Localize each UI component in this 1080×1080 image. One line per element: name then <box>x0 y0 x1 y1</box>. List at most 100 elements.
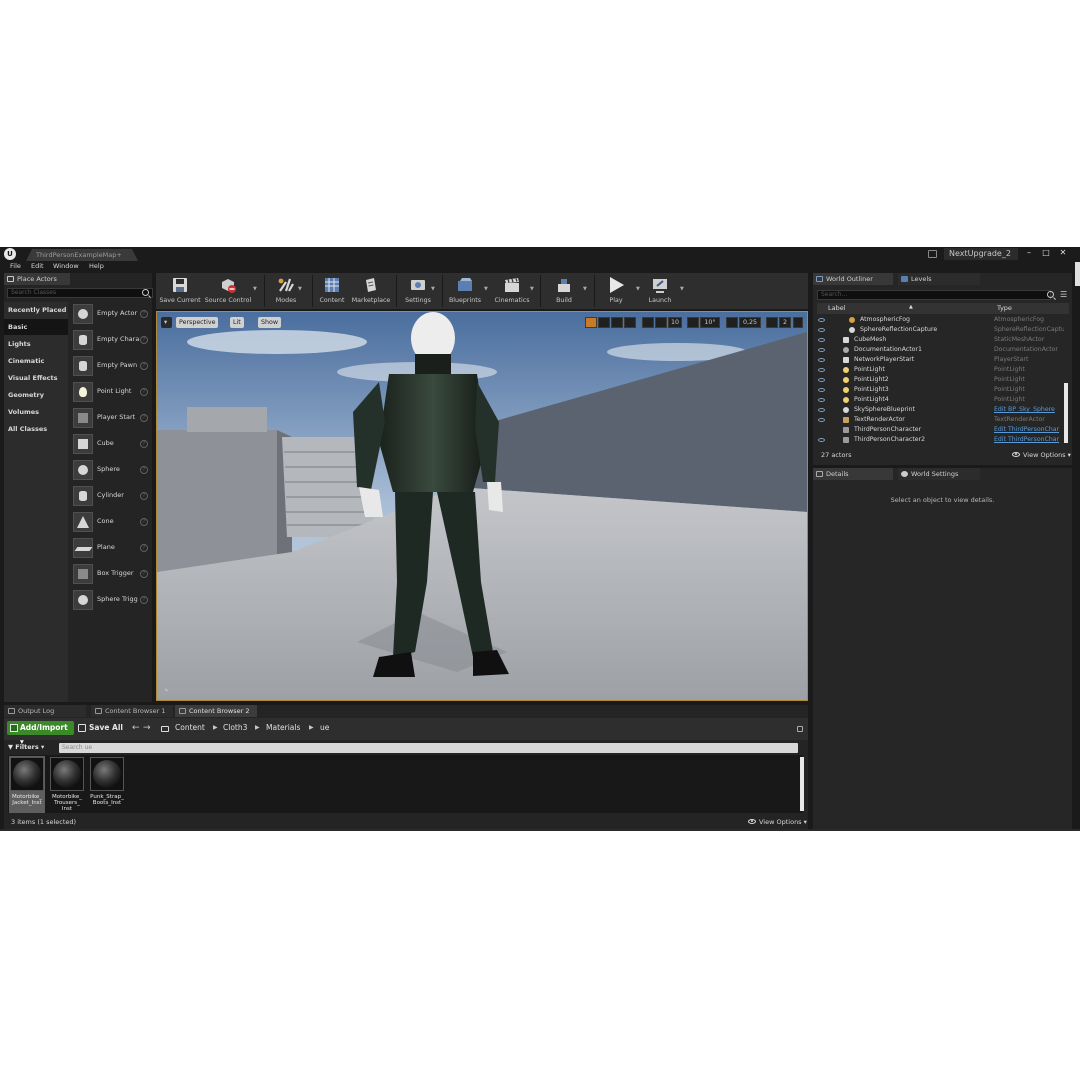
tab-world-outliner[interactable]: World Outliner <box>813 273 893 285</box>
maximize-viewport-icon[interactable] <box>793 317 803 328</box>
actor-item-sphere-trigger[interactable]: Sphere Trigg ? <box>70 588 152 612</box>
filters-button[interactable]: ▼ Filters ▾ <box>8 743 44 751</box>
folder-icon[interactable] <box>161 726 169 732</box>
edit-blueprint-link[interactable]: Edit ThirdPersonChar <box>994 425 1064 435</box>
category-volumes[interactable]: Volumes <box>4 404 68 420</box>
realtime-icon[interactable] <box>585 317 597 328</box>
outliner-scrollbar[interactable] <box>1064 383 1068 443</box>
search-classes-input[interactable]: Search Classes <box>7 288 153 298</box>
visibility-eye-icon[interactable] <box>818 338 825 342</box>
chevron-down-icon[interactable]: ▼ <box>680 286 684 292</box>
outliner-row[interactable]: PointLight3 PointLight <box>813 385 1065 395</box>
grid-snap-value[interactable]: 10 <box>668 317 682 328</box>
help-icon[interactable]: ? <box>140 570 148 578</box>
col-type[interactable]: Type <box>997 304 1012 312</box>
help-icon[interactable]: ? <box>140 596 148 604</box>
help-icon[interactable]: ? <box>140 362 148 370</box>
content-button[interactable]: Content <box>316 274 348 308</box>
translate-icon[interactable] <box>598 317 610 328</box>
help-icon[interactable]: ? <box>140 440 148 448</box>
cinematics-button[interactable]: Cinematics <box>492 274 532 308</box>
outliner-row[interactable]: PointLight4 PointLight <box>813 395 1065 405</box>
lit-button[interactable]: Lit <box>230 317 244 328</box>
save-all-button[interactable]: Save All <box>78 722 123 734</box>
breadcrumb-cloth3[interactable]: Cloth3 <box>223 722 247 734</box>
breadcrumb-materials[interactable]: Materials <box>266 722 300 734</box>
tab-content-browser-1[interactable]: Content Browser 1 <box>91 705 173 717</box>
actor-item-cylinder[interactable]: Cylinder ? <box>70 484 152 508</box>
breadcrumb-arrow-icon[interactable]: ▶ <box>309 722 314 734</box>
visibility-eye-icon[interactable] <box>818 408 825 412</box>
marketplace-button[interactable]: Marketplace <box>350 274 392 308</box>
visibility-eye-icon[interactable] <box>818 358 825 362</box>
rotate-icon[interactable] <box>611 317 623 328</box>
actor-item-empty-character[interactable]: Empty Chara ? <box>70 328 152 352</box>
actor-item-cone[interactable]: Cone ? <box>70 510 152 534</box>
category-basic[interactable]: Basic <box>4 319 68 335</box>
chevron-down-icon[interactable]: ▼ <box>431 286 435 292</box>
save-current-button[interactable]: Save Current <box>158 274 202 308</box>
search-ue-input[interactable]: Search ue <box>59 743 798 753</box>
minimize-button[interactable]: – <box>1021 247 1037 260</box>
surface-snap-icon[interactable] <box>642 317 654 328</box>
tab-levels[interactable]: Levels <box>898 273 980 285</box>
menu-edit[interactable]: Edit <box>31 262 44 270</box>
perspective-button[interactable]: Perspective <box>176 317 219 328</box>
add-import-button[interactable]: Add/Import ▾ <box>7 721 74 746</box>
settings-button[interactable]: Settings <box>402 274 434 308</box>
breadcrumb-arrow-icon[interactable]: ▶ <box>255 722 260 734</box>
help-icon[interactable]: ? <box>140 414 148 422</box>
visibility-eye-icon[interactable] <box>818 378 825 382</box>
visibility-eye-icon[interactable] <box>818 328 825 332</box>
outliner-row[interactable]: ThirdPersonCharacter Edit ThirdPersonCha… <box>813 425 1065 435</box>
visibility-eye-icon[interactable] <box>818 438 825 442</box>
outliner-search-input[interactable]: Search... <box>817 290 1051 300</box>
play-button[interactable]: Play <box>600 274 632 308</box>
lock-icon[interactable] <box>797 726 803 732</box>
chevron-down-icon[interactable]: ▼ <box>484 286 488 292</box>
breadcrumb-arrow-icon[interactable]: ▶ <box>213 722 218 734</box>
build-button[interactable]: Build <box>546 274 582 308</box>
edit-blueprint-link[interactable]: Edit ThirdPersonChar <box>994 435 1064 443</box>
category-recently-placed[interactable]: Recently Placed <box>4 302 68 318</box>
tab-details[interactable]: Details <box>813 468 893 480</box>
menu-window[interactable]: Window <box>53 262 79 270</box>
outliner-row[interactable]: TextRenderActor TextRenderActor <box>813 415 1065 425</box>
scale-snap-value[interactable]: 0,25 <box>739 317 761 328</box>
outliner-view-options-button[interactable]: View Options ▾ <box>1012 451 1071 459</box>
close-button[interactable]: ✕ <box>1055 247 1071 260</box>
chevron-down-icon[interactable]: ▼ <box>253 286 257 292</box>
viewport-scene[interactable]: rson <box>157 312 807 700</box>
col-label[interactable]: Label <box>828 304 846 312</box>
help-icon[interactable]: ? <box>140 310 148 318</box>
rotation-snap-icon[interactable] <box>687 317 699 328</box>
menu-file[interactable]: File <box>10 262 21 270</box>
asset-scrollbar[interactable] <box>800 757 804 811</box>
help-icon[interactable]: ? <box>140 388 148 396</box>
visibility-eye-icon[interactable] <box>818 368 825 372</box>
category-cinematic[interactable]: Cinematic <box>4 353 68 369</box>
outliner-row[interactable]: CubeMesh StaticMeshActor <box>813 335 1065 345</box>
edit-blueprint-link[interactable]: Edit BP_Sky_Sphere <box>994 405 1064 415</box>
asset-tile-punk-strap-boots[interactable]: Punk_Strap_ Boots_Inst <box>89 756 125 813</box>
forward-arrow-icon[interactable]: → <box>143 722 151 734</box>
help-icon[interactable]: ? <box>140 518 148 526</box>
breadcrumb-ue[interactable]: ue <box>320 722 329 734</box>
actor-item-empty-actor[interactable]: Empty Actor ? <box>70 302 152 326</box>
help-icon[interactable]: ? <box>140 466 148 474</box>
chevron-down-icon[interactable]: ▼ <box>636 286 640 292</box>
visibility-eye-icon[interactable] <box>818 398 825 402</box>
actor-item-sphere[interactable]: Sphere ? <box>70 458 152 482</box>
actor-item-plane[interactable]: Plane ? <box>70 536 152 560</box>
place-actors-tab[interactable]: Place Actors <box>4 273 70 285</box>
actor-item-player-start[interactable]: Player Start ? <box>70 406 152 430</box>
outliner-view-icon[interactable]: ☰ <box>1060 290 1067 299</box>
map-tab[interactable]: ThirdPersonExampleMap+ <box>26 249 138 261</box>
asset-tile-motorbike-jacket[interactable]: Motorbike_ Jacket_Inst <box>9 756 45 813</box>
category-lights[interactable]: Lights <box>4 336 68 352</box>
grid-snap-icon[interactable] <box>655 317 667 328</box>
scale-icon[interactable] <box>624 317 636 328</box>
outliner-row[interactable]: SkySphereBlueprint Edit BP_Sky_Sphere <box>813 405 1065 415</box>
outliner-row[interactable]: AtmosphericFog AtmosphericFog <box>813 315 1065 325</box>
outliner-row[interactable]: DocumentationActor1 DocumentationActor <box>813 345 1065 355</box>
